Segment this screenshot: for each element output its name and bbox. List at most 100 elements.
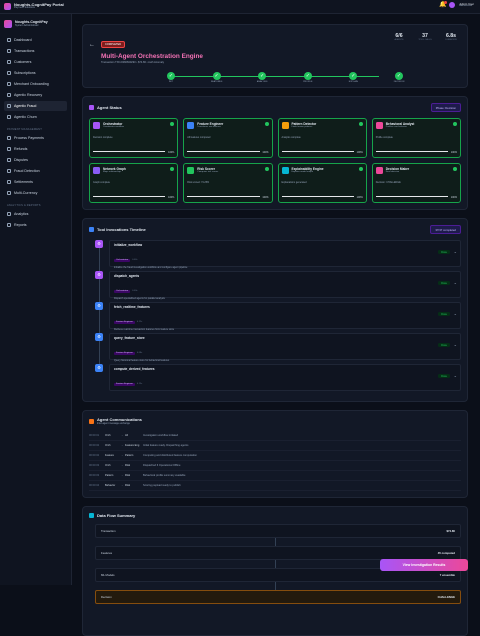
timeline-card[interactable]: initialize_workflow Orchestrator 0.02s Init… bbox=[109, 240, 461, 269]
sidebar-item-label: Disputes bbox=[14, 158, 28, 162]
bell-icon[interactable]: 🔔 bbox=[439, 1, 448, 8]
chevron-down-icon[interactable]: ⌄ bbox=[454, 373, 457, 378]
flow-value: CHALLENGE bbox=[437, 595, 455, 599]
agent-desc: Computes risk scores bbox=[197, 171, 219, 174]
phase-label: ANALYSIS bbox=[256, 81, 268, 83]
sidebar-item[interactable]: Fraud Detection bbox=[4, 166, 67, 176]
flow-title: Data Flow Summary bbox=[97, 513, 136, 518]
sidebar-item[interactable]: Disputes bbox=[4, 155, 67, 165]
agent-icon bbox=[281, 122, 289, 129]
sidebar-item[interactable]: Reports bbox=[4, 220, 67, 230]
comm-row: 00:00:02 Orch → Feature Eng Initial feature … bbox=[89, 441, 461, 451]
agent-progress-bar bbox=[187, 150, 260, 152]
nav-icon bbox=[7, 82, 11, 86]
timeline-card[interactable]: compute_derived_features Feature Engineer… bbox=[109, 364, 461, 391]
agent-tag: Feature Engineer bbox=[114, 382, 135, 386]
sidebar-item[interactable]: Merchant Onboarding bbox=[4, 79, 67, 89]
agent-header: Explainability Engine Explains model outp… bbox=[281, 167, 363, 174]
agent-card[interactable]: Risk Scorer Computes risk scores Risk scor… bbox=[183, 163, 273, 203]
nav-icon bbox=[7, 115, 11, 119]
agent-progress-bar bbox=[281, 195, 354, 197]
comm-time: 00:00:04 bbox=[89, 484, 100, 487]
flow-value: 45 computed bbox=[437, 551, 455, 555]
timeline-card[interactable]: dispatch_agents Orchestrator 0.03s Dispatch… bbox=[109, 271, 461, 300]
sidebar-item[interactable]: Settlements bbox=[4, 177, 67, 187]
avatar[interactable] bbox=[449, 2, 456, 8]
agent-card[interactable]: Pattern Detector Finds known patterns Anal… bbox=[277, 118, 367, 158]
comm-time: 00:00:01 bbox=[89, 434, 100, 437]
agent-icon bbox=[187, 167, 195, 174]
header-stat: 6/6 AGENTS bbox=[389, 33, 409, 41]
agent-status-text: All features computed bbox=[187, 136, 211, 139]
status-badge: COMPLETED bbox=[101, 41, 126, 48]
tool-icon: ⚙ bbox=[95, 302, 103, 310]
chevron-down-icon[interactable]: ⌄ bbox=[454, 311, 457, 316]
sidebar-item[interactable]: Transactions bbox=[4, 46, 67, 56]
agent-card[interactable]: Explainability Engine Explains model outp… bbox=[277, 163, 367, 203]
sidebar-item-label: Customers bbox=[14, 60, 32, 64]
agent-desc: Final decision bbox=[385, 171, 400, 174]
sidebar-item[interactable]: Dashboard bbox=[4, 35, 67, 45]
flow-value: 7 ensemble bbox=[439, 573, 455, 577]
main-content: ← COMPLETED Multi-Agent Orchestration En… bbox=[72, 14, 480, 636]
agent-card[interactable]: Decision Maker Final decision Decision: CH… bbox=[371, 163, 461, 203]
sidebar-item-label: Settlements bbox=[14, 180, 33, 184]
phase-step: ✓ FEATURES bbox=[209, 72, 225, 83]
sidebar-item[interactable]: Customers bbox=[4, 57, 67, 67]
chevron-down-icon[interactable]: ⌄ bbox=[454, 280, 457, 285]
stat-label: TOOL CALLS bbox=[418, 39, 432, 41]
check-circle-icon bbox=[358, 122, 363, 126]
sidebar-item-label: Analytics bbox=[14, 212, 29, 216]
flow-label: Features bbox=[101, 551, 113, 555]
sidebar-item-label: Fraud Detection bbox=[14, 169, 40, 173]
sidebar-item[interactable]: Refunds bbox=[4, 144, 67, 154]
app-logo-icon bbox=[4, 3, 11, 10]
sidebar-section-analytics: ANALYTICS & REPORTS bbox=[7, 204, 41, 207]
agent-header: Risk Scorer Computes risk scores bbox=[187, 167, 268, 174]
phase-label: PROFILE bbox=[303, 81, 313, 83]
agent-card[interactable]: Network Graph Maps relationships Graph com… bbox=[89, 163, 179, 203]
chevron-down-icon[interactable]: ⌄ bbox=[454, 249, 457, 254]
flow-value: $74.80 bbox=[446, 529, 455, 533]
agent-card[interactable]: Orchestrator Coordinates workflow Decision… bbox=[89, 118, 179, 158]
agent-icon bbox=[375, 167, 383, 174]
agent-tag: Feature Engineer bbox=[114, 320, 135, 324]
phase-button[interactable]: Phase: Decision bbox=[430, 103, 461, 112]
comm-message: Investigation workflow initiated bbox=[143, 434, 179, 437]
sidebar-item[interactable]: Analytics bbox=[4, 209, 67, 219]
flow-panel: Data Flow Summary Transaction $74.80 Featu… bbox=[82, 506, 468, 636]
agent-card[interactable]: Behavioral Analyst Profiles user behavior… bbox=[371, 118, 461, 158]
flow-connector bbox=[274, 582, 276, 590]
nav-icon bbox=[7, 212, 11, 216]
sidebar-item[interactable]: Agentic Fraud bbox=[4, 101, 67, 111]
agent-status-text: Risk scored: 74.25% bbox=[187, 181, 210, 184]
sidebar-item[interactable]: Multi-Currency bbox=[4, 188, 67, 198]
sidebar-item[interactable]: Subscriptions bbox=[4, 68, 67, 78]
agent-header: Feature Engineer Transforms raw features bbox=[187, 122, 268, 129]
sidebar: Noughts-CognitPay System Administrator D… bbox=[0, 14, 72, 585]
timeline-card[interactable]: fetch_realtime_features Feature Engineer 0… bbox=[109, 302, 461, 331]
agent-status-text: Decision: CHALLENGE bbox=[375, 181, 401, 184]
chevron-down-icon[interactable]: ⌄ bbox=[454, 342, 457, 347]
agent-card[interactable]: Feature Engineer Transforms raw features A… bbox=[183, 118, 273, 158]
comm-to: Risk bbox=[125, 464, 131, 467]
tool-status: Done bbox=[438, 250, 450, 254]
view-results-button[interactable]: View Investigation Results bbox=[380, 559, 468, 571]
sidebar-item[interactable]: Agentic Recovery bbox=[4, 90, 67, 100]
tool-duration: 0.03s bbox=[132, 290, 138, 292]
header-stat: 37 TOOL CALLS bbox=[415, 33, 435, 41]
timeline-connector bbox=[98, 310, 100, 333]
sidebar-item[interactable]: Process Payments bbox=[4, 133, 67, 143]
phase-label: INIT bbox=[168, 81, 174, 83]
comm-row: 00:00:03 Pattern → Risk Behavioral profile s… bbox=[89, 471, 461, 481]
phase-label: DECISION bbox=[393, 81, 405, 83]
back-arrow-icon[interactable]: ← bbox=[89, 42, 95, 48]
agent-header: Pattern Detector Finds known patterns bbox=[281, 122, 363, 129]
sidebar-item[interactable]: Agentic Churn bbox=[4, 112, 67, 122]
tool-name: fetch_realtime_features bbox=[114, 305, 150, 309]
agent-tag: Orchestrator bbox=[114, 289, 131, 293]
flow-connector bbox=[274, 560, 276, 568]
agent-percent: 100% bbox=[450, 150, 457, 154]
orchestration-header: ← COMPLETED Multi-Agent Orchestration En… bbox=[82, 24, 468, 88]
timeline-card[interactable]: query_feature_store Feature Engineer 0.08s… bbox=[109, 333, 461, 362]
